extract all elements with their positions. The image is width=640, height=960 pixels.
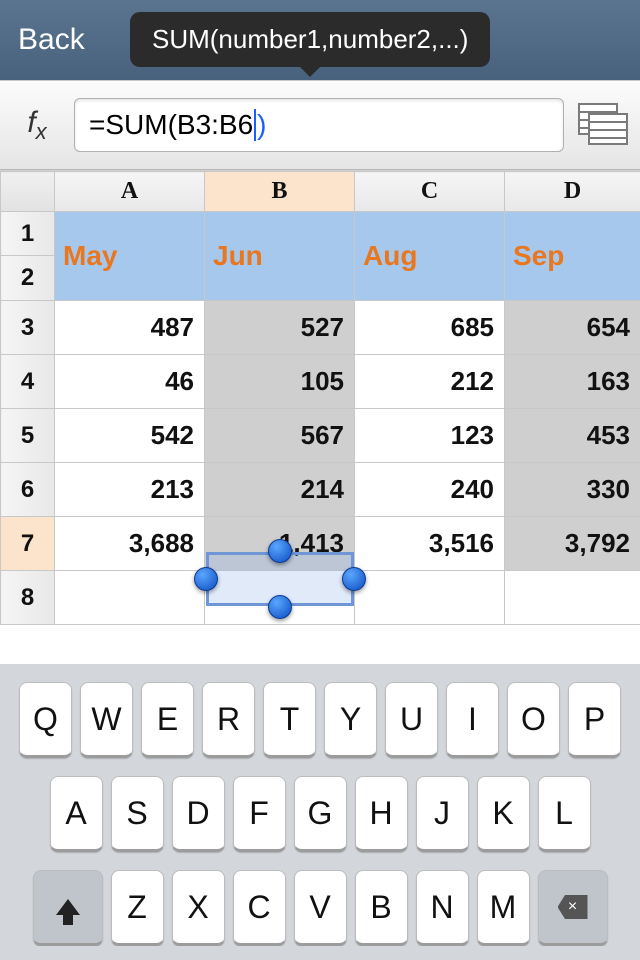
spreadsheet-grid[interactable]: A B C D 1 2 May Jun Aug Sep 3 487 527	[0, 170, 640, 664]
cell-D7[interactable]: 3,792	[505, 517, 640, 571]
key-F[interactable]: F	[233, 776, 286, 852]
cell-month-C[interactable]: Aug	[355, 212, 505, 301]
keyboard-row-3: Z X C V B N M ×	[0, 870, 640, 946]
cell-D8[interactable]	[505, 571, 640, 625]
col-header-A[interactable]: A	[55, 172, 205, 212]
backspace-icon: ×	[558, 895, 588, 919]
cell-B4[interactable]: 105	[205, 355, 355, 409]
cell-D6[interactable]: 330	[505, 463, 640, 517]
cell-A3[interactable]: 487	[55, 301, 205, 355]
key-E[interactable]: E	[141, 682, 194, 758]
data-row-6: 6 213 214 240 330	[1, 463, 640, 517]
cell-month-D[interactable]: Sep	[505, 212, 640, 301]
cell-C5[interactable]: 123	[355, 409, 505, 463]
key-H[interactable]: H	[355, 776, 408, 852]
row-header-7[interactable]: 7	[1, 517, 55, 571]
row-header-1-2[interactable]: 1 2	[1, 212, 55, 301]
row-header-8[interactable]: 8	[1, 571, 55, 625]
key-K[interactable]: K	[477, 776, 530, 852]
shift-icon	[56, 899, 80, 915]
keyboard-row-1: Q W E R T Y U I O P	[0, 682, 640, 758]
function-tooltip: SUM(number1,number2,...)	[130, 12, 490, 67]
data-row-4: 4 46 105 212 163	[1, 355, 640, 409]
row-header-3[interactable]: 3	[1, 301, 55, 355]
cell-D5[interactable]: 453	[505, 409, 640, 463]
cell-B7[interactable]: 1,413	[205, 517, 355, 571]
cell-C8[interactable]	[355, 571, 505, 625]
key-J[interactable]: J	[416, 776, 469, 852]
back-button[interactable]: Back	[18, 23, 85, 57]
corner-cell[interactable]	[1, 172, 55, 212]
key-Y[interactable]: Y	[324, 682, 377, 758]
col-header-C[interactable]: C	[355, 172, 505, 212]
data-row-8: 8	[1, 571, 640, 625]
app-header: Back SUM(number1,number2,...)	[0, 0, 640, 80]
data-row-3: 3 487 527 685 654	[1, 301, 640, 355]
key-V[interactable]: V	[294, 870, 347, 946]
fx-icon: fx	[10, 106, 64, 145]
formula-bar: fx =SUM(B3:B6)	[0, 80, 640, 170]
cell-C7[interactable]: 3,516	[355, 517, 505, 571]
keyboard-row-2: A S D F G H J K L	[0, 776, 640, 852]
key-D[interactable]: D	[172, 776, 225, 852]
cell-B8[interactable]	[205, 571, 355, 625]
key-backspace[interactable]: ×	[538, 870, 608, 946]
key-L[interactable]: L	[538, 776, 591, 852]
key-S[interactable]: S	[111, 776, 164, 852]
key-X[interactable]: X	[172, 870, 225, 946]
header-row: 1 2 May Jun Aug Sep	[1, 212, 640, 301]
row-header-5[interactable]: 5	[1, 409, 55, 463]
data-row-7: 7 3,688 1,413 3,516 3,792	[1, 517, 640, 571]
col-header-B[interactable]: B	[205, 172, 355, 212]
key-O[interactable]: O	[507, 682, 560, 758]
key-U[interactable]: U	[385, 682, 438, 758]
key-R[interactable]: R	[202, 682, 255, 758]
key-P[interactable]: P	[568, 682, 621, 758]
key-I[interactable]: I	[446, 682, 499, 758]
key-T[interactable]: T	[263, 682, 316, 758]
key-C[interactable]: C	[233, 870, 286, 946]
column-header-row: A B C D	[1, 172, 640, 212]
cell-A4[interactable]: 46	[55, 355, 205, 409]
cell-month-A[interactable]: May	[55, 212, 205, 301]
key-Q[interactable]: Q	[19, 682, 72, 758]
cell-A6[interactable]: 213	[55, 463, 205, 517]
cell-A8[interactable]	[55, 571, 205, 625]
keyboard: Q W E R T Y U I O P A S D F G H J K L Z …	[0, 664, 640, 960]
cell-D3[interactable]: 654	[505, 301, 640, 355]
cell-A5[interactable]: 542	[55, 409, 205, 463]
data-row-5: 5 542 567 123 453	[1, 409, 640, 463]
cell-C3[interactable]: 685	[355, 301, 505, 355]
key-N[interactable]: N	[416, 870, 469, 946]
col-header-D[interactable]: D	[505, 172, 640, 212]
cell-B3[interactable]: 527	[205, 301, 355, 355]
cell-month-B[interactable]: Jun	[205, 212, 355, 301]
key-B[interactable]: B	[355, 870, 408, 946]
formula-input[interactable]: =SUM(B3:B6)	[74, 98, 564, 152]
key-shift[interactable]	[33, 870, 103, 946]
cell-A7[interactable]: 3,688	[55, 517, 205, 571]
key-M[interactable]: M	[477, 870, 530, 946]
sheets-button[interactable]	[574, 103, 630, 147]
cell-D4[interactable]: 163	[505, 355, 640, 409]
key-G[interactable]: G	[294, 776, 347, 852]
cell-B6[interactable]: 214	[205, 463, 355, 517]
cell-C6[interactable]: 240	[355, 463, 505, 517]
row-header-4[interactable]: 4	[1, 355, 55, 409]
key-Z[interactable]: Z	[111, 870, 164, 946]
row-header-6[interactable]: 6	[1, 463, 55, 517]
key-W[interactable]: W	[80, 682, 133, 758]
cell-C4[interactable]: 212	[355, 355, 505, 409]
cell-B5[interactable]: 567	[205, 409, 355, 463]
key-A[interactable]: A	[50, 776, 103, 852]
